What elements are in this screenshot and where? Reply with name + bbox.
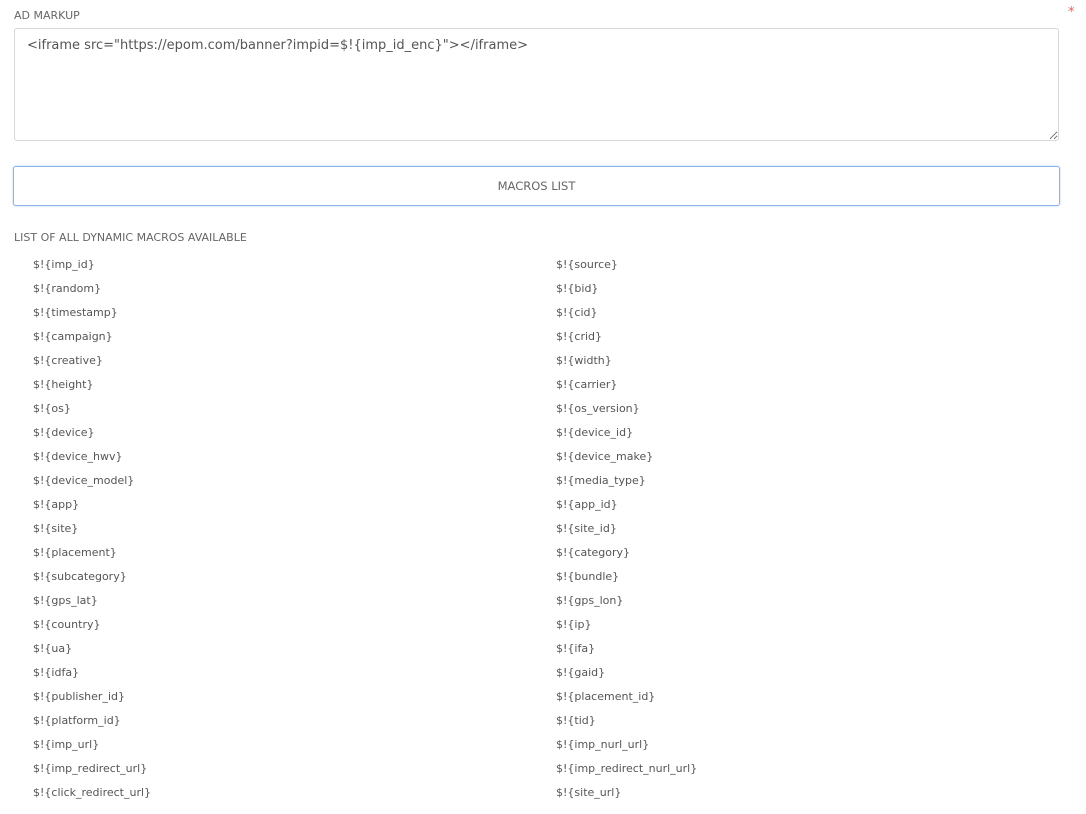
macro-item: $!{imp_redirect_url} [33, 762, 148, 775]
macro-item: $!{site_url} [556, 786, 622, 799]
macro-item: $!{os_version} [556, 402, 640, 415]
macro-item: $!{ifa} [556, 642, 596, 655]
macro-item: $!{random} [33, 282, 102, 295]
macro-item: $!{imp_id} [33, 258, 95, 271]
macro-item: $!{bid} [556, 282, 599, 295]
macro-item: $!{cid} [556, 306, 598, 319]
macro-item: $!{publisher_id} [33, 690, 125, 703]
macro-item: $!{app} [33, 498, 80, 511]
macro-item: $!{bundle} [556, 570, 620, 583]
macro-item: $!{device_make} [556, 450, 654, 463]
macros-list-button-label: MACROS LIST [497, 179, 576, 193]
macro-item: $!{site} [33, 522, 79, 535]
macro-item: $!{height} [33, 378, 94, 391]
macro-item: $!{campaign} [33, 330, 113, 343]
macros-list-button[interactable]: MACROS LIST [13, 166, 1060, 206]
macro-item: $!{idfa} [33, 666, 80, 679]
macro-item: $!{imp_url} [33, 738, 100, 751]
macro-item: $!{category} [556, 546, 631, 559]
macro-item: $!{ua} [33, 642, 73, 655]
macro-item: $!{source} [556, 258, 618, 271]
macro-item: $!{device} [33, 426, 95, 439]
macro-item: $!{app_id} [556, 498, 618, 511]
macros-list-heading: LIST OF ALL DYNAMIC MACROS AVAILABLE [14, 231, 247, 244]
macro-item: $!{width} [556, 354, 612, 367]
ad-markup-textarea[interactable]: <iframe src="https://epom.com/banner?imp… [14, 28, 1059, 141]
macro-item: $!{carrier} [556, 378, 618, 391]
macro-item: $!{crid} [556, 330, 603, 343]
macro-item: $!{device_hwv} [33, 450, 123, 463]
macro-item: $!{os} [33, 402, 71, 415]
macro-item: $!{device_model} [33, 474, 135, 487]
macro-item: $!{ip} [556, 618, 592, 631]
macro-item: $!{timestamp} [33, 306, 118, 319]
macro-item: $!{device_id} [556, 426, 634, 439]
macro-item: $!{tid} [556, 714, 596, 727]
required-indicator: * [1068, 5, 1075, 20]
macro-item: $!{site_id} [556, 522, 617, 535]
ad-markup-label: AD MARKUP [14, 9, 80, 22]
macro-item: $!{placement} [33, 546, 117, 559]
macro-item: $!{creative} [33, 354, 103, 367]
macro-item: $!{platform_id} [33, 714, 121, 727]
macro-item: $!{gps_lon} [556, 594, 624, 607]
macro-item: $!{country} [33, 618, 101, 631]
macro-item: $!{gaid} [556, 666, 606, 679]
macro-item: $!{gps_lat} [33, 594, 98, 607]
macros-right-column: $!{source} $!{bid} $!{cid} $!{crid} $!{w… [556, 253, 697, 805]
macro-item: $!{imp_redirect_nurl_url} [556, 762, 698, 775]
macro-item: $!{click_redirect_url} [33, 786, 152, 799]
macros-left-column: $!{imp_id} $!{random} $!{timestamp} $!{c… [33, 253, 151, 805]
macro-item: $!{imp_nurl_url} [556, 738, 650, 751]
macro-item: $!{media_type} [556, 474, 646, 487]
macro-item: $!{placement_id} [556, 690, 656, 703]
macro-item: $!{subcategory} [33, 570, 127, 583]
